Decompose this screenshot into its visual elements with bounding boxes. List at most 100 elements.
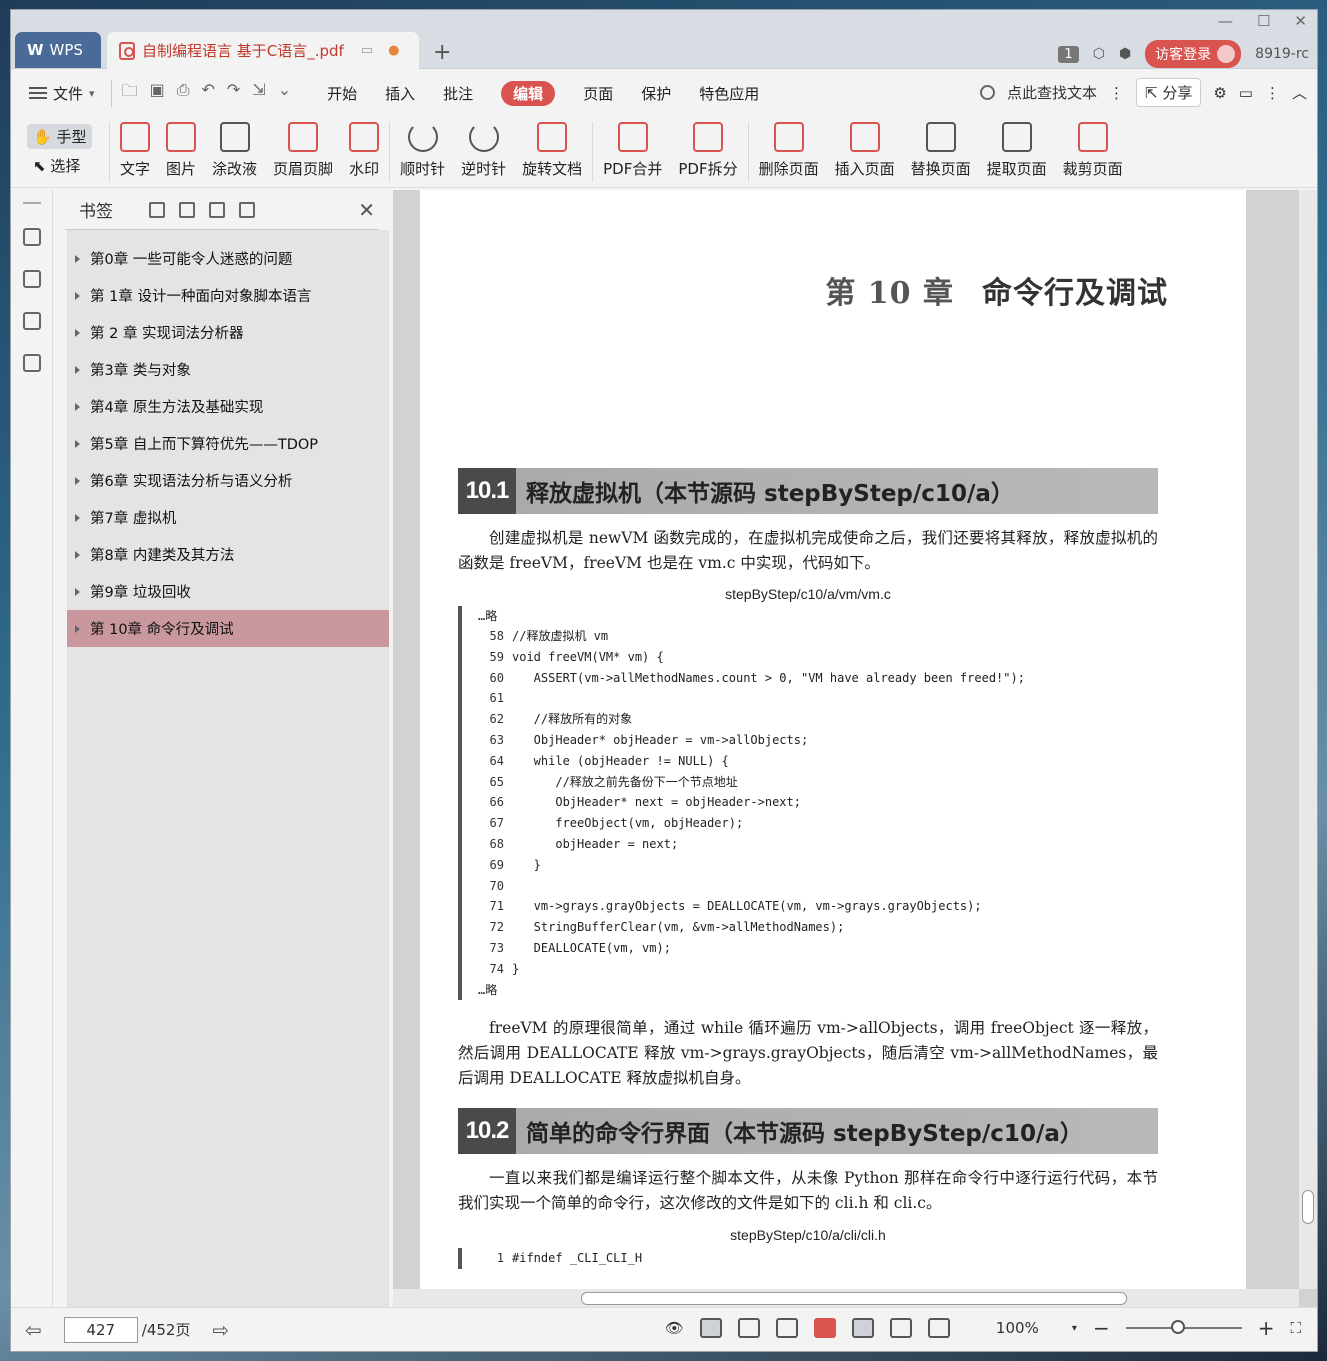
expand-caret-icon[interactable] bbox=[75, 587, 80, 596]
close-window-icon[interactable]: ✕ bbox=[1294, 12, 1307, 30]
play-icon[interactable] bbox=[813, 1318, 836, 1338]
open-folder-icon[interactable]: 🗀 bbox=[122, 80, 138, 107]
two-page-icon[interactable] bbox=[775, 1318, 798, 1338]
next-page-icon[interactable]: ⇨ bbox=[212, 1318, 229, 1342]
extract-page-button[interactable]: 提取页面 bbox=[979, 122, 1055, 179]
annotation-icon[interactable] bbox=[22, 312, 41, 330]
fit-width-icon[interactable] bbox=[927, 1318, 950, 1338]
hand-tool-button[interactable]: ✋ 手型 bbox=[27, 124, 93, 149]
monitor-icon[interactable]: ▭ bbox=[361, 43, 373, 58]
image-tool-button[interactable]: 图片 bbox=[158, 122, 204, 179]
add-bookmark-icon[interactable] bbox=[149, 201, 165, 218]
minimize-icon[interactable]: — bbox=[1218, 12, 1233, 30]
select-tool-button[interactable]: ⬉ 选择 bbox=[27, 155, 92, 176]
document-view[interactable]: 第 10 章命令行及调试 10.1 释放虚拟机（本节源码 stepByStep/… bbox=[393, 190, 1317, 1307]
bookmark-item[interactable]: 第 2 章 实现词法分析器 bbox=[67, 314, 389, 351]
expand-caret-icon[interactable] bbox=[75, 513, 80, 522]
eye-protection-icon[interactable]: 👁 bbox=[665, 1319, 684, 1337]
more-options-icon[interactable]: ⋮ bbox=[1265, 84, 1280, 102]
bookmark-item[interactable]: 第3章 类与对象 bbox=[67, 351, 389, 388]
more-vertical-icon[interactable]: ⋮ bbox=[1109, 84, 1124, 102]
replace-page-button[interactable]: 替换页面 bbox=[903, 122, 979, 179]
tab-special[interactable]: 特色应用 bbox=[699, 83, 759, 104]
add-child-bookmark-icon[interactable] bbox=[179, 201, 195, 218]
expand-caret-icon[interactable] bbox=[75, 365, 80, 374]
login-button[interactable]: 访客登录 bbox=[1145, 40, 1242, 68]
expand-caret-icon[interactable] bbox=[75, 624, 80, 633]
shirt-icon[interactable]: ⬢ bbox=[1119, 46, 1131, 62]
bookmark-item[interactable]: 第 1章 设计一种面向对象脚本语言 bbox=[67, 277, 389, 314]
bookmark-item[interactable]: 第5章 自上而下算符优先——TDOP bbox=[67, 425, 389, 462]
window-count-badge[interactable]: 1 bbox=[1058, 45, 1079, 63]
tab-insert[interactable]: 插入 bbox=[385, 83, 415, 104]
crop-page-button[interactable]: 裁剪页面 bbox=[1055, 122, 1131, 179]
actual-size-icon[interactable] bbox=[851, 1318, 874, 1338]
zoom-in-icon[interactable]: + bbox=[1258, 1316, 1275, 1340]
tab-page[interactable]: 页面 bbox=[583, 83, 613, 104]
correction-fluid-button[interactable]: 涂改液 bbox=[204, 122, 265, 179]
expand-caret-icon[interactable] bbox=[75, 439, 80, 448]
horizontal-scrollbar[interactable] bbox=[393, 1289, 1299, 1307]
fullscreen-icon[interactable]: ⛶ bbox=[1290, 1319, 1301, 1337]
undo-icon[interactable]: ↶ bbox=[202, 80, 215, 107]
skin-icon[interactable]: ⬡ bbox=[1093, 46, 1105, 62]
header-footer-button[interactable]: 页眉页脚 bbox=[265, 122, 341, 179]
outline-icon[interactable] bbox=[22, 228, 41, 246]
insert-page-button[interactable]: 插入页面 bbox=[827, 122, 903, 179]
text-tool-button[interactable]: 文字 bbox=[112, 122, 158, 179]
bookmark-item-selected[interactable]: 第 10章 命令行及调试 bbox=[67, 610, 389, 647]
thumbnail-icon[interactable] bbox=[22, 270, 41, 288]
redo-icon[interactable]: ↷ bbox=[227, 80, 240, 107]
pdf-split-button[interactable]: PDF拆分 bbox=[670, 122, 745, 179]
bookmark-item[interactable]: 第9章 垃圾回收 bbox=[67, 573, 389, 610]
bookmark-item[interactable]: 第8章 内建类及其方法 bbox=[67, 536, 389, 573]
expand-caret-icon[interactable] bbox=[75, 291, 80, 300]
tab-edit[interactable]: 编辑 bbox=[501, 80, 556, 106]
search-icon[interactable] bbox=[979, 85, 995, 100]
comment-icon[interactable]: ▭ bbox=[1239, 84, 1253, 102]
file-menu[interactable]: 文件 ▾ bbox=[29, 83, 95, 104]
tab-document[interactable]: 自制编程语言 基于C语言_.pdf ▭ ● bbox=[107, 32, 419, 69]
fit-page-icon[interactable] bbox=[889, 1318, 912, 1338]
maximize-icon[interactable]: ☐ bbox=[1257, 12, 1270, 30]
rotate-clockwise-button[interactable]: 顺时针 bbox=[392, 122, 453, 179]
bookmark-item[interactable]: 第7章 虚拟机 bbox=[67, 499, 389, 536]
add-tab-button[interactable]: + bbox=[433, 40, 451, 65]
gear-icon[interactable]: ⚙ bbox=[1213, 84, 1226, 102]
vertical-scroll-thumb[interactable] bbox=[1302, 1190, 1314, 1224]
search-text-button[interactable]: 点此查找文本 bbox=[1007, 82, 1097, 103]
zoom-dropdown-icon[interactable]: ▾ bbox=[1072, 1323, 1077, 1334]
signature-icon[interactable] bbox=[22, 354, 41, 372]
expand-caret-icon[interactable] bbox=[75, 476, 80, 485]
zoom-level[interactable]: 100% bbox=[996, 1319, 1056, 1337]
zoom-slider-knob[interactable] bbox=[1170, 1320, 1185, 1334]
more-chevron-icon[interactable]: ⌄ bbox=[278, 80, 291, 107]
expand-caret-icon[interactable] bbox=[75, 328, 80, 337]
rotate-document-button[interactable]: 旋转文档 bbox=[514, 122, 590, 179]
tab-start[interactable]: 开始 bbox=[327, 83, 357, 104]
save-icon[interactable]: ▣ bbox=[150, 80, 165, 107]
expand-caret-icon[interactable] bbox=[75, 254, 80, 263]
expand-bookmark-icon[interactable] bbox=[209, 201, 225, 218]
watermark-button[interactable]: 水印 bbox=[341, 122, 387, 179]
export-icon[interactable]: ⇲ bbox=[252, 80, 265, 107]
tab-protect[interactable]: 保护 bbox=[641, 83, 671, 104]
expand-caret-icon[interactable] bbox=[75, 402, 80, 411]
tab-comment[interactable]: 批注 bbox=[443, 83, 473, 104]
continuous-view-icon[interactable] bbox=[699, 1318, 722, 1338]
collapse-ribbon-icon[interactable]: ︿ bbox=[1292, 82, 1307, 103]
single-page-icon[interactable] bbox=[737, 1318, 760, 1338]
bookmark-item[interactable]: 第6章 实现语法分析与语义分析 bbox=[67, 462, 389, 499]
zoom-out-icon[interactable]: − bbox=[1093, 1316, 1110, 1340]
close-icon[interactable]: ✕ bbox=[358, 198, 375, 222]
expand-caret-icon[interactable] bbox=[75, 550, 80, 559]
bookmark-item[interactable]: 第4章 原生方法及基础实现 bbox=[67, 388, 389, 425]
bookmark-item[interactable]: 第0章 一些可能令人迷惑的问题 bbox=[67, 240, 389, 277]
previous-page-icon[interactable]: ⇦ bbox=[25, 1318, 42, 1342]
pdf-merge-button[interactable]: PDF合并 bbox=[595, 122, 670, 179]
vertical-scrollbar[interactable] bbox=[1299, 190, 1317, 1289]
share-button[interactable]: ⇱ 分享 bbox=[1135, 78, 1202, 107]
tab-wps-home[interactable]: W WPS bbox=[15, 32, 101, 68]
horizontal-scroll-thumb[interactable] bbox=[581, 1292, 1127, 1305]
delete-page-button[interactable]: 删除页面 bbox=[751, 122, 827, 179]
